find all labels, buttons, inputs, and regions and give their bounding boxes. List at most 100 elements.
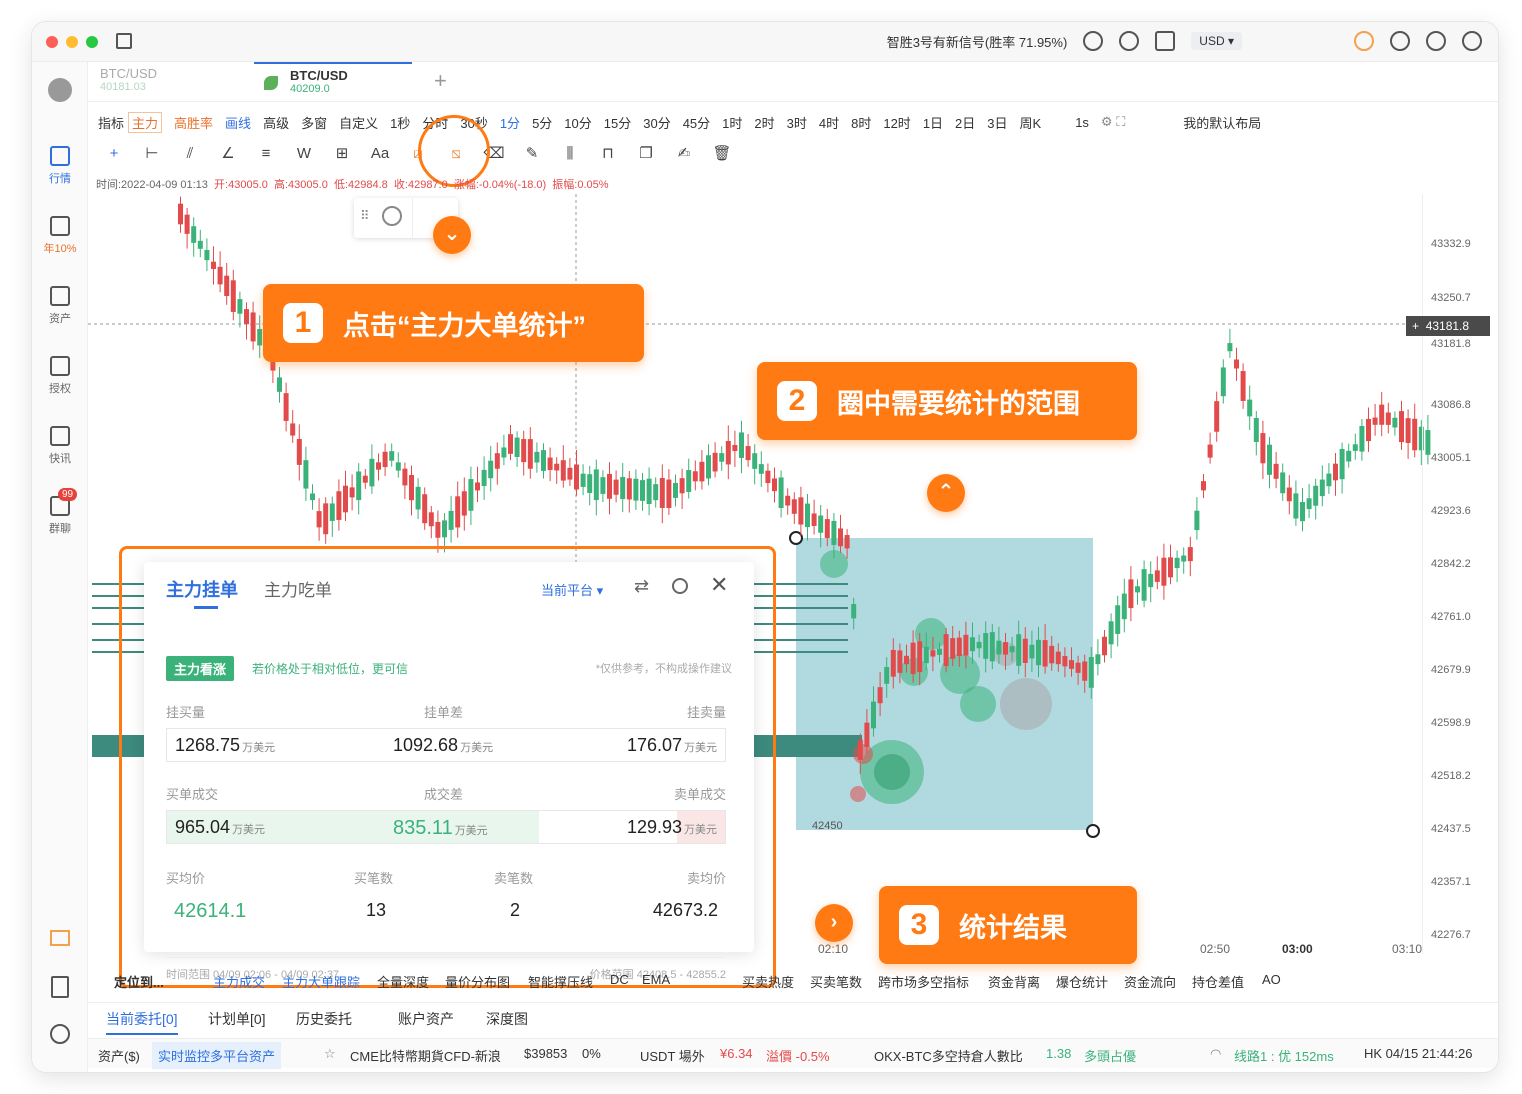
indicator-item[interactable]: EMA xyxy=(642,972,670,987)
swap-icon[interactable]: ⇄ xyxy=(634,576,649,597)
toolbar-item[interactable]: 4时 xyxy=(819,113,839,132)
screenshot-icon[interactable]: ⚙ ⛶ xyxy=(1101,114,1125,130)
toolbar-item[interactable]: 3日 xyxy=(987,113,1007,132)
toolbar-item[interactable]: 2时 xyxy=(754,113,774,132)
toolbar-item[interactable]: 周K xyxy=(1020,113,1042,132)
star-icon[interactable]: ☆ xyxy=(324,1046,336,1062)
coin-icon[interactable] xyxy=(1354,31,1374,51)
toolbar-item[interactable]: 5分 xyxy=(532,113,552,132)
indicator-item[interactable]: 主力大单跟踪 xyxy=(282,972,360,991)
lock-icon[interactable]: ⊓ xyxy=(596,144,620,164)
tab-history-orders[interactable]: 历史委托 xyxy=(296,1009,352,1029)
tab-plan-orders[interactable]: 计划单[0] xyxy=(208,1009,266,1029)
toolbar-item[interactable]: 主力 xyxy=(128,111,163,133)
indicator-item[interactable]: 全量深度 xyxy=(377,972,429,991)
edit-icon[interactable]: ✍ xyxy=(672,144,696,164)
layout-select[interactable]: 我的默认布局 xyxy=(1183,113,1261,132)
bell-icon[interactable] xyxy=(1083,31,1104,51)
indicator-item[interactable]: 资金流向 xyxy=(1124,972,1176,991)
indicator-item[interactable]: 资金背离 xyxy=(988,972,1040,991)
indicator-item[interactable]: 爆仓统计 xyxy=(1056,972,1108,991)
tab-symbol-1[interactable]: BTC/USD 40181.03 xyxy=(100,66,157,93)
toolbar-item[interactable]: 画线 xyxy=(225,113,251,132)
interval-toggle[interactable]: 1s xyxy=(1075,115,1089,130)
locate-button[interactable]: 定位到... xyxy=(114,972,164,991)
toolbar-item[interactable]: 自定义 xyxy=(339,113,378,132)
trendline-icon[interactable]: ⫽ xyxy=(178,144,202,164)
shield-icon[interactable] xyxy=(1390,31,1410,51)
toolbar-item[interactable]: 1日 xyxy=(923,113,943,132)
phone-icon[interactable] xyxy=(51,976,69,998)
tab-symbol-2[interactable]: BTC/USD 40209.0 xyxy=(254,62,412,102)
toolbar-item[interactable]: 15分 xyxy=(604,113,631,132)
crosshair-icon[interactable]: + xyxy=(102,144,126,164)
toolbar-item[interactable]: 高胜率 xyxy=(174,113,213,132)
toolbar-item[interactable]: 2日 xyxy=(955,113,975,132)
sidebar-item-annual[interactable]: 年10% xyxy=(32,216,88,256)
tab-taker-orders[interactable]: 主力吃单 xyxy=(264,576,332,601)
toolbar-item[interactable]: 高级 xyxy=(263,113,289,132)
sidebar-item-auth[interactable]: 授权 xyxy=(32,356,88,396)
indicator-item[interactable]: 主力成交 xyxy=(213,972,265,991)
platform-select[interactable]: 当前平台 ▾ xyxy=(541,580,603,599)
candle-icon[interactable]: ⫼ xyxy=(558,144,582,164)
toolbar-item[interactable]: 10分 xyxy=(564,113,591,132)
diamond-icon[interactable] xyxy=(50,930,70,946)
search-icon[interactable] xyxy=(1119,31,1140,51)
sidebar-item-chat[interactable]: 99 群聊 xyxy=(32,488,88,536)
maximize-window-button[interactable] xyxy=(86,36,98,48)
add-tab-icon[interactable]: + xyxy=(434,68,447,94)
indicator-item[interactable]: 跨市场多空指标 xyxy=(878,972,969,991)
help-icon[interactable] xyxy=(1462,31,1482,51)
toolbar-item[interactable]: 指标 xyxy=(98,113,124,132)
close-window-button[interactable] xyxy=(46,36,58,48)
minimize-window-button[interactable] xyxy=(66,36,78,48)
wave-icon[interactable]: W xyxy=(292,144,316,164)
chevron-up-icon[interactable]: ⌃ xyxy=(927,474,965,512)
settings-icon[interactable] xyxy=(50,1024,70,1044)
indicator-item[interactable]: 持仓差值 xyxy=(1192,972,1244,991)
copy-icon[interactable]: ❐ xyxy=(634,144,658,164)
indicator-item[interactable]: AO xyxy=(1262,972,1281,987)
measure-icon[interactable]: ⊞ xyxy=(330,144,354,164)
line-status[interactable]: 线路1 : 优 152ms xyxy=(1234,1046,1334,1065)
toolbar-item[interactable]: 3时 xyxy=(787,113,807,132)
indicator-item[interactable]: 买卖热度 xyxy=(742,972,794,991)
toolbar-item[interactable]: 8时 xyxy=(851,113,871,132)
toolbar-item[interactable]: 1分 xyxy=(500,113,520,132)
close-icon[interactable]: ✕ xyxy=(710,572,728,598)
selection-handle-start[interactable] xyxy=(789,531,803,545)
currency-select[interactable]: USD ▾ xyxy=(1191,32,1242,50)
fib-icon[interactable]: ≡ xyxy=(254,144,278,164)
toolbar-item[interactable]: 1时 xyxy=(722,113,742,132)
refresh-icon[interactable] xyxy=(382,206,402,226)
selection-handle-end[interactable] xyxy=(1086,824,1100,838)
tab-resting-orders[interactable]: 主力挂单 xyxy=(166,576,238,602)
compass-icon[interactable] xyxy=(1426,31,1446,51)
toolbar-item[interactable]: 12时 xyxy=(883,113,910,132)
drag-handle-icon[interactable]: ⠿ xyxy=(360,208,370,224)
hline-icon[interactable]: ⊢ xyxy=(140,144,164,164)
text-icon[interactable]: Aa xyxy=(368,144,392,164)
toolbar-item[interactable]: 45分 xyxy=(683,113,710,132)
tab-account-assets[interactable]: 账户资产 xyxy=(398,1009,454,1029)
toolbar-item[interactable]: 30分 xyxy=(643,113,670,132)
chevron-down-icon[interactable]: ⌄ xyxy=(433,216,471,254)
chevron-right-icon[interactable]: › xyxy=(815,904,853,942)
signal-notification[interactable]: 智胜3号有新信号(胜率 71.95%) xyxy=(887,32,1068,51)
trash-icon[interactable]: 🗑 xyxy=(710,144,734,164)
toolbar-item[interactable]: 多窗 xyxy=(301,113,327,132)
new-window-icon[interactable] xyxy=(116,33,132,49)
pen-icon[interactable]: ✎ xyxy=(520,144,544,164)
indicator-item[interactable]: DC xyxy=(610,972,629,987)
indicator-item[interactable]: 智能撑压线 xyxy=(528,972,593,991)
indicator-item[interactable]: 量价分布图 xyxy=(445,972,510,991)
indicator-item[interactable]: 买卖笔数 xyxy=(810,972,862,991)
shirt-icon[interactable] xyxy=(1155,31,1176,51)
sidebar-item-assets[interactable]: 资产 xyxy=(32,286,88,326)
monitor-button[interactable]: 实时监控多平台资产 xyxy=(152,1042,282,1069)
settings-icon[interactable] xyxy=(672,578,688,594)
tab-current-orders[interactable]: 当前委托[0] xyxy=(106,1009,178,1035)
sidebar-item-market[interactable]: 行情 xyxy=(32,146,88,186)
angle-icon[interactable]: ∠ xyxy=(216,144,240,164)
